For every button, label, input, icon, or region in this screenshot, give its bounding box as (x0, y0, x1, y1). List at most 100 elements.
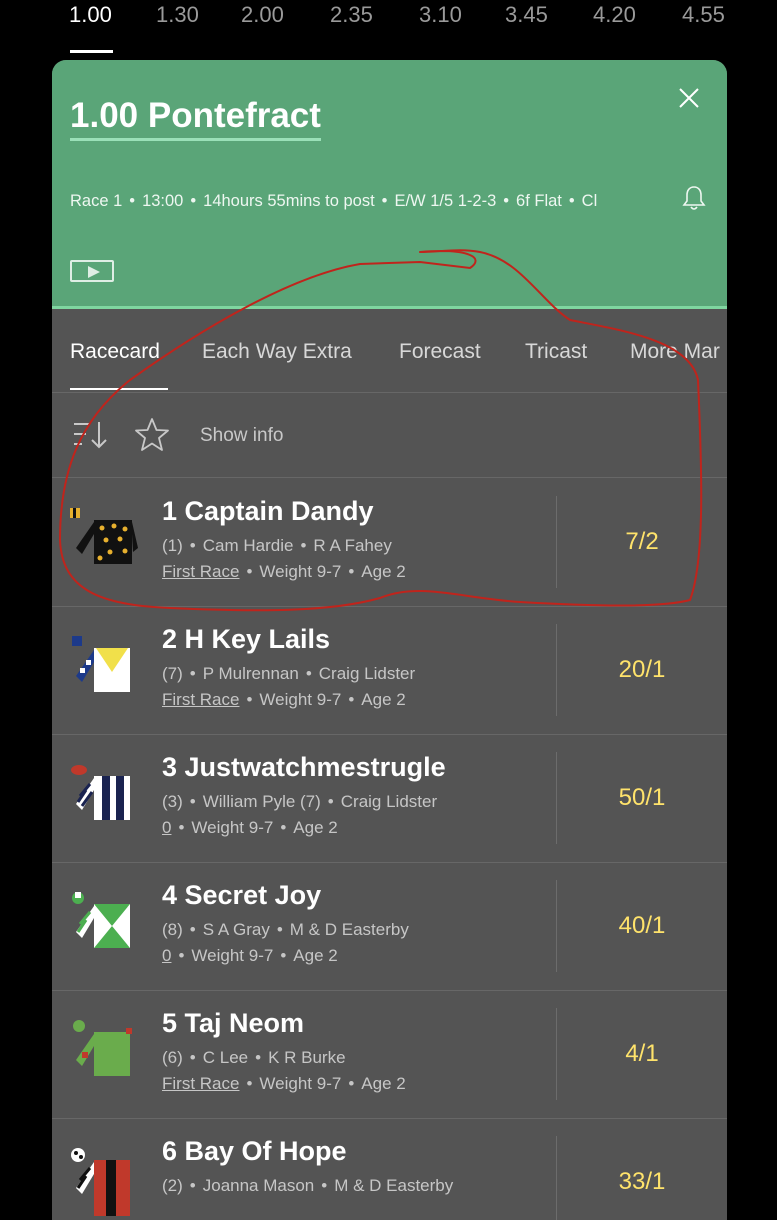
runner-details: 0 • Weight 9-7 • Age 2 (162, 946, 338, 966)
separator-dot: • (280, 818, 287, 837)
runner-name: 2 H Key Lails (162, 624, 331, 654)
jockey-silks-icon (70, 508, 138, 564)
runner-form-link[interactable]: First Race (162, 562, 239, 581)
runner-trainer: M & D Easterby (289, 920, 409, 939)
separator-dot: • (178, 818, 185, 837)
runner-name: 5 Taj Neom (162, 1008, 305, 1038)
race-time-tab[interactable]: 1.00 (69, 2, 112, 28)
race-time-tab[interactable]: 2.35 (330, 2, 373, 28)
odds-button[interactable]: 20/1 (557, 606, 727, 734)
race-header: 1.00 Pontefract Race 1 • 13:00 • 14hours 55m… (52, 60, 727, 308)
racecard-tools: Show info (52, 393, 727, 478)
separator-dot: • (348, 690, 355, 709)
runner-age: Age 2 (361, 690, 406, 709)
sort-icon[interactable] (72, 420, 110, 450)
race-time-tab[interactable]: 3.45 (505, 2, 548, 28)
tab-more-markets[interactable]: More Mar (630, 340, 720, 364)
runner-draw: (3) (162, 792, 183, 811)
odds-button[interactable]: 40/1 (557, 862, 727, 990)
runner-weight: Weight 9-7 (259, 562, 342, 581)
race-time-tab[interactable]: 1.30 (156, 2, 199, 28)
race-time-tab[interactable]: 3.10 (419, 2, 462, 28)
runner-form-link[interactable]: 0 (162, 818, 171, 837)
race-time-tab[interactable]: 4.55 (682, 2, 725, 28)
odds-button[interactable]: 33/1 (557, 1118, 727, 1220)
tab-racecard[interactable]: Racecard (70, 340, 160, 364)
race-time-tab[interactable]: 2.00 (241, 2, 284, 28)
runner-jockey: S A Gray (202, 920, 270, 939)
runner-row[interactable]: 3 Justwatchmestrugle (3) • William Pyle (7… (52, 734, 727, 863)
runner-connections: (3) • William Pyle (7) • Craig Lidster (162, 792, 437, 812)
runner-row[interactable]: 2 H Key Lails (7) • P Mulrennan • Craig Lids… (52, 606, 727, 735)
separator-dot: • (321, 1176, 328, 1195)
separator-dot: • (255, 1048, 262, 1067)
show-info-toggle[interactable]: Show info (200, 425, 283, 447)
runner-form-link[interactable]: First Race (162, 690, 239, 709)
jockey-silks-icon (71, 1148, 130, 1216)
separator-dot: • (246, 562, 253, 581)
jockey-silks-icon (72, 892, 130, 948)
active-time-underline (70, 50, 113, 53)
runner-form-link[interactable]: First Race (162, 1074, 239, 1093)
runner-weight: Weight 9-7 (259, 1074, 342, 1093)
runner-name: 3 Justwatchmestrugle (162, 752, 446, 782)
runner-draw: (2) (162, 1176, 183, 1195)
runner-details: 0 • Weight 9-7 • Age 2 (162, 818, 338, 838)
race-number: Race 1 (70, 192, 123, 210)
runner-connections: (8) • S A Gray • M & D Easterby (162, 920, 409, 940)
race-title: 1.00 Pontefract (70, 96, 321, 141)
jockey-silks-icon (72, 636, 130, 692)
odds-button[interactable]: 7/2 (557, 478, 727, 606)
runner-row[interactable]: 1 Captain Dandy (1) • Cam Hardie • R A Fahey… (52, 478, 727, 607)
separator-dot: • (300, 536, 307, 555)
separator-dot: • (348, 1074, 355, 1093)
each-way-terms: E/W 1/5 1-2-3 (394, 192, 497, 210)
runner-weight: Weight 9-7 (191, 946, 274, 965)
tab-each-way-extra[interactable]: Each Way Extra (202, 340, 352, 364)
runner-row[interactable]: 6 Bay Of Hope (2) • Joanna Mason • M & D Eas… (52, 1118, 727, 1220)
race-info: Race 1 • 13:00 • 14hours 55mins to post • E/W … (70, 192, 660, 211)
star-icon[interactable] (134, 417, 170, 453)
runner-row[interactable]: 5 Taj Neom (6) • C Lee • K R Burke First Rac… (52, 990, 727, 1119)
runner-draw: (1) (162, 536, 183, 555)
separator-dot: • (503, 192, 510, 210)
runner-connections: (1) • Cam Hardie • R A Fahey (162, 536, 392, 556)
race-time: 13:00 (142, 192, 184, 210)
runner-jockey: C Lee (202, 1048, 249, 1067)
bell-icon[interactable] (681, 184, 707, 212)
runner-row[interactable]: 4 Secret Joy (8) • S A Gray • M & D Easterby… (52, 862, 727, 991)
race-time-strip: 1.00 1.30 2.00 2.35 3.10 3.45 4.20 4.55 (0, 0, 777, 56)
runner-details: First Race • Weight 9-7 • Age 2 (162, 1074, 406, 1094)
runner-age: Age 2 (293, 946, 338, 965)
separator-dot: • (189, 792, 196, 811)
separator-dot: • (276, 920, 283, 939)
separator-dot: • (381, 192, 388, 210)
race-class: Cl (581, 192, 598, 210)
runner-age: Age 2 (293, 818, 338, 837)
separator-dot: • (190, 192, 197, 210)
jockey-silks-icon (73, 1020, 132, 1076)
active-tab-underline (70, 388, 168, 390)
runner-trainer: Craig Lidster (318, 664, 416, 683)
separator-dot: • (129, 192, 136, 210)
runner-form-link[interactable]: 0 (162, 946, 171, 965)
runner-name: 4 Secret Joy (162, 880, 322, 910)
runner-trainer: M & D Easterby (334, 1176, 454, 1195)
separator-dot: • (189, 920, 196, 939)
runner-trainer: R A Fahey (313, 536, 392, 555)
runner-details: First Race • Weight 9-7 • Age 2 (162, 562, 406, 582)
odds-button[interactable]: 4/1 (557, 990, 727, 1118)
tab-tricast[interactable]: Tricast (525, 340, 587, 364)
runner-connections: (7) • P Mulrennan • Craig Lidster (162, 664, 415, 684)
runner-trainer: Craig Lidster (340, 792, 438, 811)
close-icon[interactable] (677, 86, 701, 110)
separator-dot: • (189, 536, 196, 555)
runner-jockey: William Pyle (7) (202, 792, 321, 811)
tab-forecast[interactable]: Forecast (399, 340, 481, 364)
separator-dot: • (246, 1074, 253, 1093)
separator-dot: • (189, 1048, 196, 1067)
odds-button[interactable]: 50/1 (557, 734, 727, 862)
runner-weight: Weight 9-7 (259, 690, 342, 709)
race-time-tab[interactable]: 4.20 (593, 2, 636, 28)
video-icon[interactable] (70, 260, 114, 282)
